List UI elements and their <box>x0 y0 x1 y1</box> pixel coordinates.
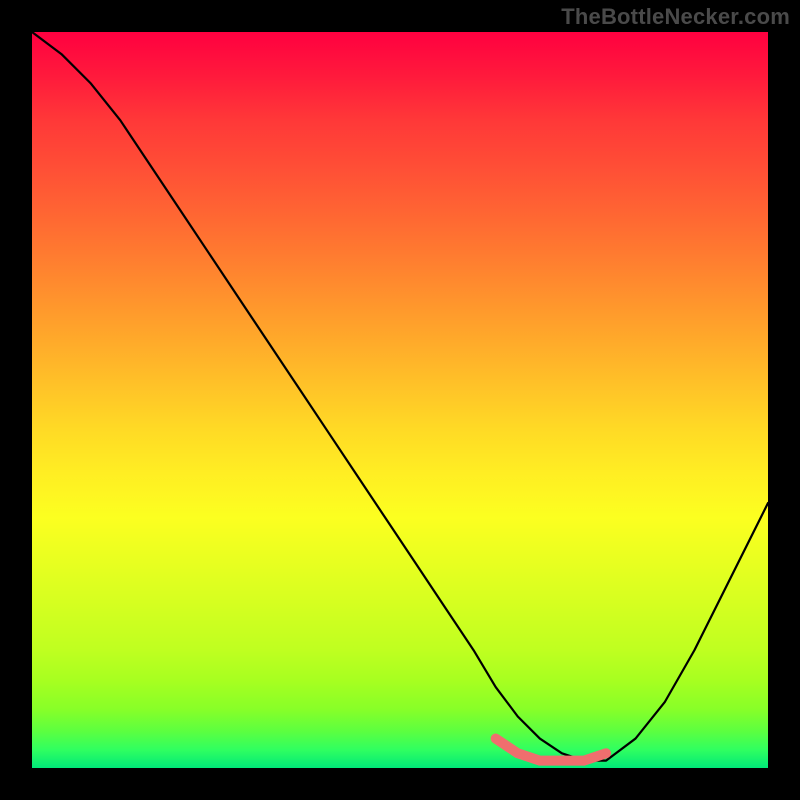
curve-svg <box>32 32 768 768</box>
black-curve <box>32 32 768 761</box>
pink-trough-segment <box>496 739 606 761</box>
attribution-text: TheBottleNecker.com <box>561 4 790 30</box>
plot-area <box>32 32 768 768</box>
chart-frame: TheBottleNecker.com <box>0 0 800 800</box>
